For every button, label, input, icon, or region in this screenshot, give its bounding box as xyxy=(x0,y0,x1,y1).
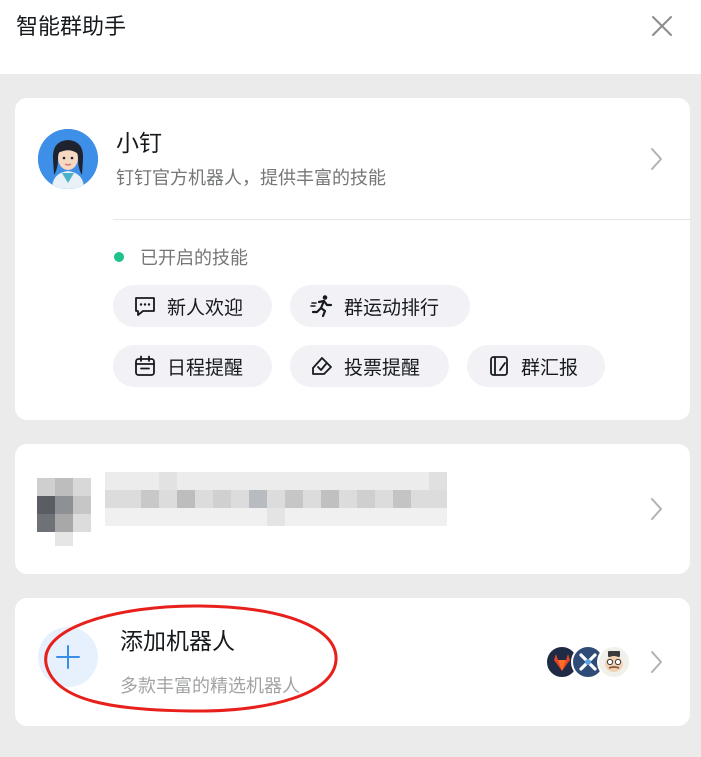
skills-label: 已开启的技能 xyxy=(140,248,248,268)
skill-new-member-welcome[interactable]: 新人欢迎 xyxy=(113,285,272,327)
report-icon xyxy=(490,356,508,376)
add-robot-title: 添加机器人 xyxy=(120,628,235,654)
bot-description: 钉钉官方机器人，提供丰富的技能 xyxy=(116,168,386,188)
close-button[interactable] xyxy=(648,12,676,40)
add-robot-description: 多款丰富的精选机器人 xyxy=(120,676,300,696)
skill-label: 新人欢迎 xyxy=(167,297,244,319)
calendar-icon xyxy=(135,355,155,376)
running-person-icon xyxy=(310,295,333,318)
add-button[interactable] xyxy=(38,627,98,687)
skill-label: 投票提醒 xyxy=(344,357,421,379)
skill-group-sport-ranking[interactable]: 群运动排行 xyxy=(290,285,470,327)
bot-name[interactable]: 小钉 xyxy=(116,124,162,158)
chevron-right-icon[interactable] xyxy=(648,649,666,675)
chevron-right-icon[interactable] xyxy=(648,146,666,172)
skill-vote-reminder[interactable]: 投票提醒 xyxy=(290,345,449,387)
plus-icon xyxy=(56,645,80,669)
skill-label: 群运动排行 xyxy=(344,297,440,319)
chevron-right-icon[interactable] xyxy=(648,496,666,522)
header-bar: 智能群助手 xyxy=(0,0,701,74)
bot-avatar xyxy=(38,129,98,189)
page-title: 智能群助手 xyxy=(16,14,127,39)
bot-card: 小钉 钉钉官方机器人，提供丰富的技能 已开启的技能 新人欢迎 群运动排行 日程提… xyxy=(15,98,690,420)
status-dot xyxy=(114,252,124,262)
skill-label: 日程提醒 xyxy=(167,357,244,379)
add-robot-card[interactable]: 添加机器人 多款丰富的精选机器人 xyxy=(15,598,690,726)
chat-bubble-icon xyxy=(135,297,155,316)
butler-robot-avatar-icon xyxy=(597,645,631,679)
skill-group-report[interactable]: 群汇报 xyxy=(467,345,605,387)
blurred-bot-card[interactable] xyxy=(15,444,690,574)
skill-label: 群汇报 xyxy=(521,357,579,379)
blurred-avatar xyxy=(37,464,109,554)
blurred-text xyxy=(105,458,447,546)
skill-schedule-reminder[interactable]: 日程提醒 xyxy=(113,345,272,387)
close-icon xyxy=(652,16,672,36)
vote-check-icon xyxy=(312,357,332,375)
divider xyxy=(113,219,690,220)
